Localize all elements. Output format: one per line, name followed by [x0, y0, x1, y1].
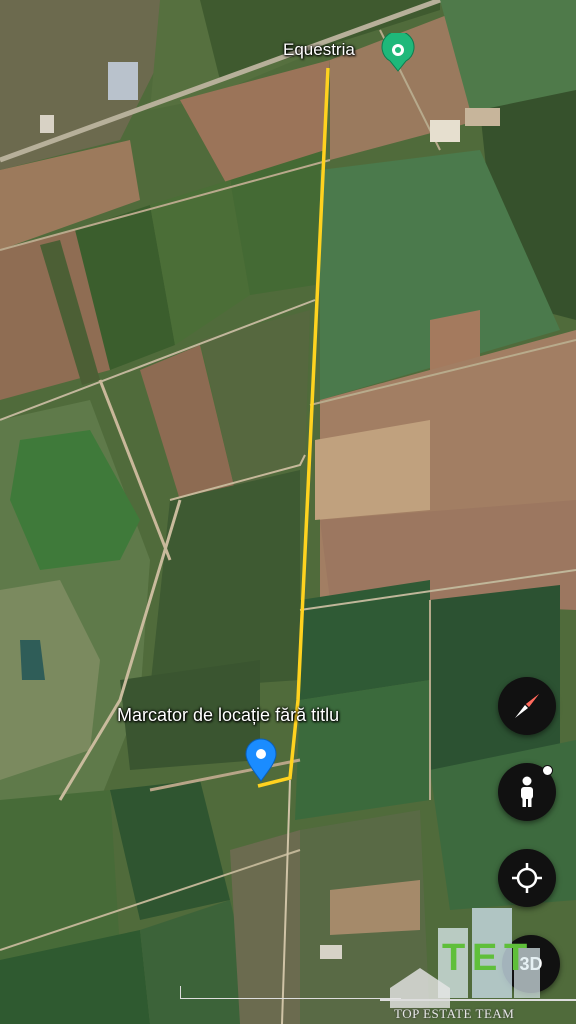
location-marker-icon[interactable]	[244, 737, 278, 783]
pegman-icon	[521, 776, 533, 807]
compass-icon	[515, 694, 539, 718]
street-view-button[interactable]	[498, 763, 556, 821]
svg-text:E: E	[472, 937, 497, 979]
svg-text:T: T	[442, 937, 465, 979]
satellite-map[interactable]	[0, 0, 576, 1024]
equestria-pin-icon[interactable]	[380, 30, 416, 72]
place-label-equestria[interactable]: Equestria	[283, 40, 355, 60]
marker-label[interactable]: Marcator de locație fără titlu	[117, 705, 339, 726]
scale-bar	[180, 986, 401, 999]
compass-button[interactable]	[498, 677, 556, 735]
street-view-dot	[542, 765, 553, 776]
watermark-text: TOP ESTATE TEAM	[394, 1006, 515, 1021]
watermark-logo: T E T	[380, 908, 576, 1008]
svg-text:T: T	[504, 937, 527, 979]
